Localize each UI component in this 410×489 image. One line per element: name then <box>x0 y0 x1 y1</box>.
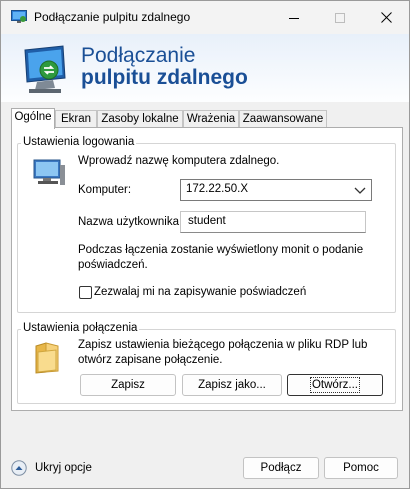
login-settings-legend: Ustawienia logowania <box>21 136 137 148</box>
tab-display[interactable]: Ekran <box>55 110 97 128</box>
computer-value: 172.22.50.X <box>186 183 249 195</box>
tab-advanced[interactable]: Zaawansowane <box>239 110 327 128</box>
window-title: Podłączanie pulpitu zdalnego <box>34 10 191 24</box>
maximize-icon <box>335 12 345 23</box>
tab-experience[interactable]: Wrażenia <box>183 110 239 128</box>
remote-desktop-icon <box>11 10 27 23</box>
tab-general[interactable]: Ogólne <box>11 108 55 129</box>
connect-button[interactable]: Podłącz <box>243 457 319 479</box>
save-button[interactable]: Zapisz <box>80 374 176 396</box>
rdp-window: Podłączanie pulpitu zdalnego Podłączanie… <box>0 0 410 489</box>
save-as-button[interactable]: Zapisz jako... <box>182 374 282 396</box>
header-banner: Podłączanie pulpitu zdalnego <box>1 34 409 102</box>
computer-label: Komputer: <box>78 184 132 196</box>
tab-local-resources[interactable]: Zasoby lokalne <box>97 110 183 128</box>
banner-title-line2: pulpitu zdalnego <box>81 66 248 89</box>
credentials-info-line2: poświadczeń. <box>78 259 148 271</box>
connection-settings-legend: Ustawienia połączenia <box>21 322 140 334</box>
username-value: student <box>188 215 226 227</box>
connection-info-line2: otwórz zapisane połączenie. <box>78 354 223 366</box>
minimize-icon <box>289 17 299 19</box>
open-button[interactable]: Otwórz... <box>287 374 383 396</box>
computer-icon <box>33 159 65 185</box>
computer-combobox[interactable]: 172.22.50.X <box>180 179 372 201</box>
general-tab-panel: Ustawienia logowania Wprowadź nazwę komp… <box>11 127 403 411</box>
maximize-button <box>317 1 363 34</box>
save-credentials-checkbox[interactable] <box>79 286 92 299</box>
minimize-button[interactable] <box>271 1 317 34</box>
close-icon <box>380 12 392 23</box>
username-field[interactable]: student <box>180 211 366 233</box>
hide-options-link[interactable]: Ukryj opcje <box>35 462 92 474</box>
username-label: Nazwa użytkownika: <box>78 216 183 228</box>
banner-title-line1: Podłączanie <box>81 44 196 67</box>
remote-desktop-large-icon <box>24 45 66 93</box>
chevron-down-icon[interactable] <box>353 183 367 197</box>
credentials-info-line1: Podczas łączenia zostanie wyświetlony mo… <box>78 244 364 256</box>
save-credentials-label[interactable]: Zezwalaj mi na zapisywanie poświadczeń <box>94 285 306 300</box>
title-bar[interactable]: Podłączanie pulpitu zdalnego <box>1 1 409 34</box>
close-button[interactable] <box>363 1 409 34</box>
chevron-up-circle-icon[interactable] <box>11 460 27 476</box>
folder-icon <box>35 342 59 374</box>
open-button-label: Otwórz... <box>309 377 361 393</box>
connection-info-line1: Zapisz ustawienia bieżącego połączenia w… <box>78 339 368 351</box>
help-button[interactable]: Pomoc <box>324 457 398 479</box>
login-intro-text: Wprowadź nazwę komputera zdalnego. <box>78 155 280 167</box>
